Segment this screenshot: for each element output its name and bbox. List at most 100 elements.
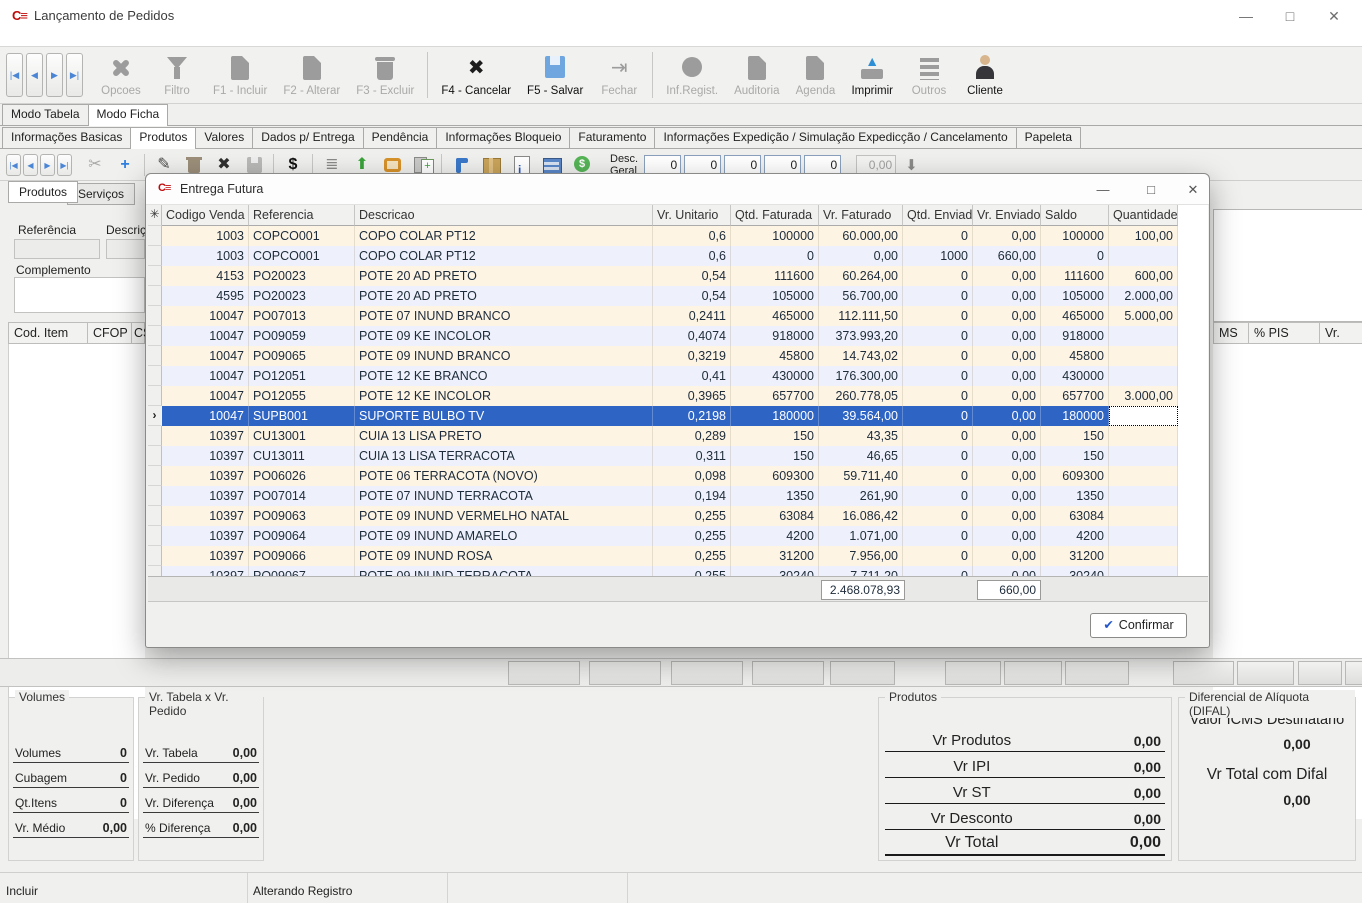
column-header-icms[interactable]: MS [1213, 322, 1249, 344]
column-header-9[interactable]: Quantidade [1109, 205, 1178, 226]
alterar-button[interactable]: F2 - Alterar [275, 53, 348, 97]
cliente-button[interactable]: Cliente [957, 53, 1013, 97]
descricao-input[interactable] [106, 239, 145, 259]
grid-row[interactable]: 10047PO09059POTE 09 KE INCOLOR0,40749180… [148, 326, 1178, 346]
incluir-button[interactable]: F1 - Incluir [205, 53, 275, 97]
column-header-8[interactable]: Saldo [1041, 205, 1109, 226]
agenda-button[interactable]: Agenda [787, 53, 843, 97]
desc-field-3[interactable]: 0 [724, 155, 761, 175]
grid-cell: 260.778,05 [819, 386, 903, 406]
column-header-cst[interactable]: CS [131, 322, 145, 344]
mode-tab-ficha[interactable]: Modo Ficha [88, 104, 169, 126]
column-header-2[interactable]: Descricao [355, 205, 653, 226]
column-header-cfop[interactable]: CFOP [87, 322, 132, 344]
window-minimize-button[interactable]: — [1226, 2, 1266, 30]
tab-informacoes-basicas[interactable]: Informações Basicas [2, 127, 131, 148]
opcoes-button[interactable]: Opcoes [93, 53, 149, 97]
column-header-6[interactable]: Qtd. Enviada [903, 205, 973, 226]
grid-row[interactable]: 10397CU13011CUIA 13 LISA TERRACOTA0,3111… [148, 446, 1178, 466]
auditoria-button[interactable]: Auditoria [726, 53, 787, 97]
dialog-maximize-button[interactable]: □ [1134, 176, 1168, 203]
desc-field-5[interactable]: 0 [804, 155, 841, 175]
grid-row[interactable]: 4595PO20023POTE 20 AD PRETO0,5410500056.… [148, 286, 1178, 306]
column-header-pct-pis[interactable]: % PIS [1248, 322, 1320, 344]
grid-row[interactable]: 10397PO09066POTE 09 INUND ROSA0,25531200… [148, 546, 1178, 566]
next-record-button[interactable]: ▶ [40, 154, 55, 176]
add-icon[interactable]: + [110, 153, 140, 177]
column-header-7[interactable]: Vr. Enviado [973, 205, 1041, 226]
grid-row[interactable]: 10047PO12055POTE 12 KE INCOLOR0,39656577… [148, 386, 1178, 406]
grid-cell: PO09065 [249, 346, 355, 366]
grid-row[interactable]: 10047PO09065POTE 09 INUND BRANCO0,321945… [148, 346, 1178, 366]
complemento-textarea[interactable] [14, 277, 145, 313]
grid-row[interactable]: 10397PO09063POTE 09 INUND VERMELHO NATAL… [148, 506, 1178, 526]
tab-produtos-sub[interactable]: Produtos [8, 181, 78, 203]
tab-produtos[interactable]: Produtos [130, 127, 196, 149]
prev-record-button[interactable]: ◀ [23, 154, 38, 176]
row-indicator-cell [148, 526, 162, 546]
first-record-button[interactable]: |◀ [6, 154, 21, 176]
tab-informacoes-bloqueio[interactable]: Informações Bloqueio [436, 127, 570, 148]
grid-row[interactable]: 10397CU13001CUIA 13 LISA PRETO0,28915043… [148, 426, 1178, 446]
fechar-button[interactable]: ⇥Fechar [591, 53, 647, 97]
grid-row[interactable]: 10047PO07013POTE 07 INUND BRANCO0,241146… [148, 306, 1178, 326]
column-header-1[interactable]: Referencia [249, 205, 355, 226]
grid-row[interactable]: ›10047SUPB001SUPORTE BULBO TV0,219818000… [148, 406, 1178, 426]
grid-row[interactable]: 4153PO20023POTE 20 AD PRETO0,5411160060.… [148, 266, 1178, 286]
window-close-button[interactable]: ✕ [1314, 2, 1354, 30]
vr-tabela-label: Vr. Tabela [145, 746, 198, 760]
grid-cell [1109, 346, 1178, 366]
confirmar-button[interactable]: ✔Confirmar [1090, 613, 1187, 638]
grid-cell: 30240 [731, 566, 819, 576]
tab-expedicao[interactable]: Informações Expedição / Simulação Expedi… [654, 127, 1016, 148]
desc-field-1[interactable]: 0 [644, 155, 681, 175]
grid-cell: CUIA 13 LISA PRETO [355, 426, 653, 446]
grid-row[interactable]: 10397PO09067POTE 09 INUND TERRACOTA0,255… [148, 566, 1178, 576]
arrow-down-icon[interactable]: ⬇ [905, 156, 918, 174]
last-record-button[interactable]: ▶| [66, 53, 83, 97]
column-header-vr-pis[interactable]: Vr. PIS [1319, 322, 1362, 344]
column-header-cod-item[interactable]: Cod. Item [8, 322, 88, 344]
outros-button[interactable]: Outros [901, 53, 957, 97]
dialog-close-button[interactable]: ✕ [1176, 176, 1210, 203]
salvar-button[interactable]: F5 - Salvar [519, 53, 591, 97]
grid-cell [1109, 506, 1178, 526]
desc-field-4[interactable]: 0 [764, 155, 801, 175]
tab-papeleta[interactable]: Papeleta [1016, 127, 1081, 148]
cut-icon[interactable]: ✂ [80, 153, 110, 177]
inf-regist-button[interactable]: Inf.Regist. [658, 53, 726, 97]
filtro-button[interactable]: Filtro [149, 53, 205, 97]
incluir-button-label: F1 - Incluir [213, 85, 267, 97]
grid-row[interactable]: 1003COPCO001COPO COLAR PT120,600,0010006… [148, 246, 1178, 266]
tab-valores[interactable]: Valores [195, 127, 253, 148]
grid-row[interactable]: 10397PO07014POTE 07 INUND TERRACOTA0,194… [148, 486, 1178, 506]
column-header-4[interactable]: Qtd. Faturada [731, 205, 819, 226]
column-header-0[interactable]: Codigo Venda [162, 205, 249, 226]
imprimir-button[interactable]: Imprimir [843, 53, 901, 97]
first-record-button[interactable]: |◀ [6, 53, 23, 97]
column-header-5[interactable]: Vr. Faturado [819, 205, 903, 226]
grid-cell: 10397 [162, 486, 249, 506]
tab-pendencia[interactable]: Pendência [363, 127, 438, 148]
agenda-icon [798, 53, 832, 83]
grid-row[interactable]: 10397PO09064POTE 09 INUND AMARELO0,25542… [148, 526, 1178, 546]
grid-row[interactable]: 10397PO06026POTE 06 TERRACOTA (NOVO)0,09… [148, 466, 1178, 486]
mode-tab-tabela[interactable]: Modo Tabela [2, 104, 89, 125]
window-maximize-button[interactable]: □ [1270, 2, 1310, 30]
last-record-button[interactable]: ▶| [57, 154, 72, 176]
grid-row[interactable]: 10047PO12051POTE 12 KE BRANCO0,414300001… [148, 366, 1178, 386]
next-record-button[interactable]: ▶ [46, 53, 63, 97]
column-header-3[interactable]: Vr. Unitario [653, 205, 731, 226]
quantidade-edit-cell[interactable] [1109, 406, 1178, 426]
vr-desconto-label: Vr Desconto [885, 810, 1059, 827]
grid-row[interactable]: 1003COPCO001COPO COLAR PT120,610000060.0… [148, 226, 1178, 246]
excluir-button[interactable]: F3 - Excluir [348, 53, 422, 97]
dialog-minimize-button[interactable]: — [1086, 176, 1120, 203]
tab-faturamento[interactable]: Faturamento [569, 127, 655, 148]
referencia-input[interactable] [14, 239, 100, 259]
grid-cell: 100000 [1041, 226, 1109, 246]
cancelar-button[interactable]: ✖F4 - Cancelar [433, 53, 519, 97]
tab-dados-entrega[interactable]: Dados p/ Entrega [252, 127, 363, 148]
desc-field-2[interactable]: 0 [684, 155, 721, 175]
prev-record-button[interactable]: ◀ [26, 53, 43, 97]
